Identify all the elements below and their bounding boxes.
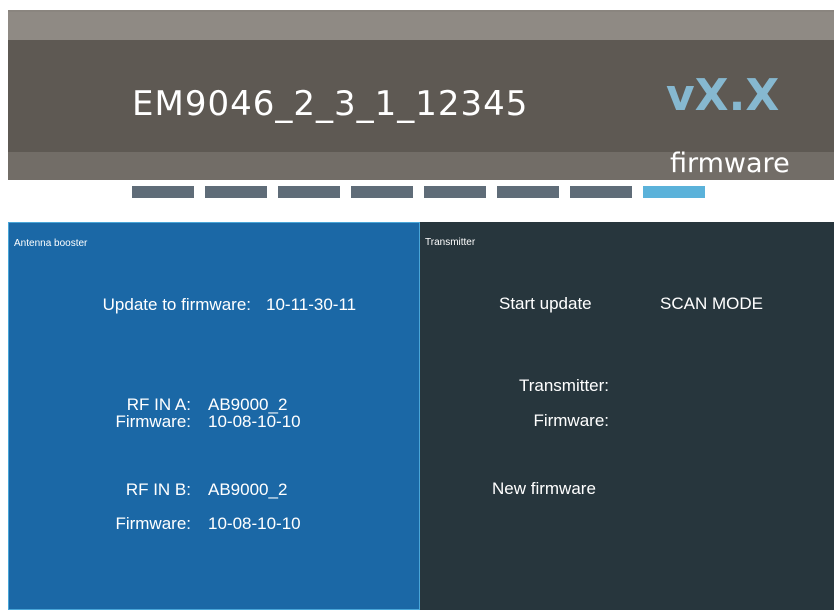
update-firmware-value: 10-11-30-11 [266,295,357,314]
firmware-b-value: 10-08-10-10 [208,514,301,533]
transmitter-title: Transmitter [425,237,476,248]
firmware-a-label: Firmware: [115,412,191,431]
step-3 [278,186,340,198]
version-label: vX.X [666,70,780,121]
transmitter-label: Transmitter: [518,376,609,395]
firmware-a-value: 10-08-10-10 [208,412,301,431]
rf-in-b-label: RF IN B: [125,480,191,499]
step-indicator [132,186,705,198]
transmitter-panel[interactable]: Transmitter Start update SCAN MODE Trans… [420,222,834,610]
update-firmware-label: Update to firmware: [102,295,251,314]
header-top-strip [8,12,834,40]
step-5 [424,186,486,198]
step-1 [132,186,194,198]
step-8-current [643,186,705,198]
step-6 [497,186,559,198]
antenna-booster-panel[interactable]: Antenna booster Update to firmware: 10-1… [8,222,420,610]
step-2 [205,186,267,198]
transmitter-firmware-label: Firmware: [533,411,609,430]
step-4 [351,186,413,198]
step-7 [570,186,632,198]
scan-mode-button[interactable]: SCAN MODE [660,294,763,314]
device-header: EM9046_2_3_1_12345 vX.X firmware [8,10,834,180]
rf-in-b-value: AB9000_2 [208,480,288,499]
firmware-b-label: Firmware: [115,514,191,533]
firmware-heading: firmware [670,148,790,179]
start-update-button[interactable]: Start update [499,294,592,314]
device-name: EM9046_2_3_1_12345 [132,84,529,124]
antenna-booster-title: Antenna booster [14,238,88,249]
new-firmware-button[interactable]: New firmware [492,479,596,499]
